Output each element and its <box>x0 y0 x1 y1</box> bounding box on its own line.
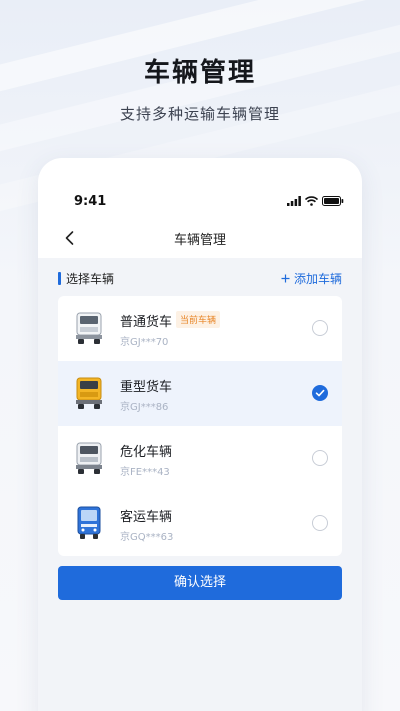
status-time: 9:41 <box>74 194 107 209</box>
vehicle-name: 客运车辆 <box>120 510 173 525</box>
hero-subtitle: 支持多种运输车辆管理 <box>119 105 280 123</box>
white-truck-icon <box>76 312 102 344</box>
hero-title: 车辆管理 <box>143 58 256 88</box>
status-icons <box>287 196 344 206</box>
vehicle-item-heavy[interactable]: 重型货车 京GJ***86 <box>58 361 342 426</box>
vehicle-name: 重型货车 <box>120 380 173 395</box>
vehicle-plate: 京GJ***70 <box>120 337 169 348</box>
phone-frame: 9:41 车辆管理 选择车辆 添加车辆 普通货车 当前车辆 京GJ***70 重… <box>38 158 362 711</box>
checkmark-icon <box>315 389 325 397</box>
vehicle-name: 普通货车 <box>120 315 173 330</box>
vehicle-item-regular[interactable]: 普通货车 当前车辆 京GJ***70 <box>58 296 342 361</box>
vehicle-radio-checked[interactable] <box>312 385 328 401</box>
section-title: 选择车辆 <box>66 272 115 286</box>
vehicle-radio[interactable] <box>312 320 328 336</box>
hazmat-truck-icon <box>76 442 102 474</box>
add-vehicle-label: 添加车辆 <box>293 272 342 286</box>
vehicle-plate: 京GQ***63 <box>120 532 174 543</box>
vehicle-list: 普通货车 当前车辆 京GJ***70 重型货车 京GJ***86 危化车辆 京F… <box>58 296 342 556</box>
wifi-icon <box>305 196 318 206</box>
vehicle-item-hazmat[interactable]: 危化车辆 京FE***43 <box>58 426 342 491</box>
vehicle-item-passenger[interactable]: 客运车辆 京GQ***63 <box>58 491 342 556</box>
vehicle-name: 危化车辆 <box>120 445 173 460</box>
yellow-truck-icon <box>76 377 102 409</box>
confirm-button[interactable]: 确认选择 <box>58 566 342 600</box>
status-bar: 9:41 <box>38 192 362 212</box>
navbar: 车辆管理 <box>38 224 362 254</box>
nav-title: 车辆管理 <box>173 233 226 248</box>
add-vehicle-button[interactable]: 添加车辆 <box>281 270 342 287</box>
battery-icon <box>322 196 344 206</box>
plus-icon <box>281 274 290 283</box>
section-header: 选择车辆 添加车辆 <box>58 270 342 286</box>
bus-icon <box>77 506 101 539</box>
vehicle-radio[interactable] <box>312 515 328 531</box>
current-vehicle-tag: 当前车辆 <box>176 311 221 328</box>
section-accent-bar <box>58 272 61 285</box>
vehicle-plate: 京GJ***86 <box>120 402 169 413</box>
vehicle-radio[interactable] <box>312 450 328 466</box>
signal-icon <box>287 196 301 206</box>
vehicle-plate: 京FE***43 <box>120 467 170 478</box>
content-area: 选择车辆 添加车辆 普通货车 当前车辆 京GJ***70 重型货车 京GJ***… <box>38 258 362 711</box>
